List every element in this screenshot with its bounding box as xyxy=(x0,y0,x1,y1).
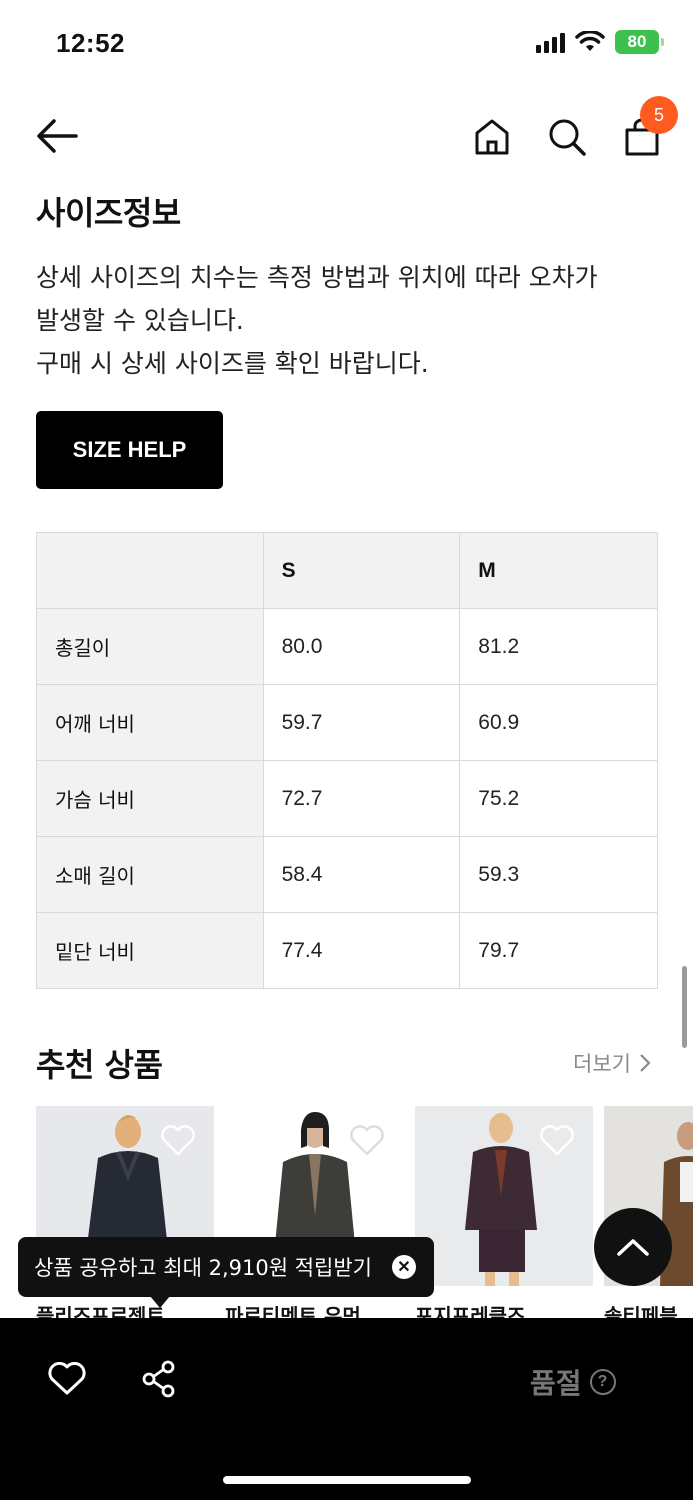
size-info-description: 상세 사이즈의 치수는 측정 방법과 위치에 따라 오차가 발생할 수 있습니다… xyxy=(36,256,666,385)
row-label: 가슴 너비 xyxy=(36,760,264,837)
product-image xyxy=(415,1106,593,1286)
close-icon[interactable]: ✕ xyxy=(392,1255,416,1279)
table-cell: 58.4 xyxy=(262,836,461,913)
table-cell: 79.7 xyxy=(459,912,658,989)
description-line: 구매 시 상세 사이즈를 확인 바랍니다. xyxy=(36,349,429,378)
wifi-icon xyxy=(575,31,605,51)
sold-out-status: 품절 ? xyxy=(530,1362,616,1402)
table-row: 소매 길이 58.4 59.3 xyxy=(36,836,658,913)
back-icon[interactable] xyxy=(36,118,78,154)
table-cell: 60.9 xyxy=(459,684,658,761)
bottom-action-bar: 품절 ? xyxy=(0,1318,693,1500)
status-bar: 12:52 80 xyxy=(0,0,693,90)
recommended-title: 추천 상품 xyxy=(36,1046,163,1084)
signal-icon xyxy=(536,31,565,53)
chevron-right-icon xyxy=(640,1054,651,1072)
more-label: 더보기 xyxy=(573,1052,631,1076)
table-cell: 80.0 xyxy=(262,608,461,685)
status-time: 12:52 xyxy=(56,28,125,58)
search-icon[interactable] xyxy=(548,118,586,156)
heart-icon[interactable] xyxy=(48,1362,86,1396)
table-header-cell: M xyxy=(459,532,658,609)
table-row: 총길이 80.0 81.2 xyxy=(36,608,658,685)
favorite-heart-icon[interactable] xyxy=(349,1124,385,1156)
size-info-title: 사이즈정보 xyxy=(36,194,181,232)
tooltip-tail xyxy=(150,1296,170,1308)
more-link[interactable]: 더보기 xyxy=(573,1048,651,1078)
table-cell: 59.3 xyxy=(459,836,658,913)
size-help-button[interactable]: SIZE HELP xyxy=(36,411,223,489)
sold-out-label: 품절 xyxy=(530,1367,582,1400)
status-indicators: 80 xyxy=(536,30,664,54)
share-reward-tooltip: 상품 공유하고 최대 2,910원 적립받기 ✕ xyxy=(18,1237,434,1297)
description-line: 발생할 수 있습니다. xyxy=(36,306,244,335)
table-header-cell: S xyxy=(262,532,461,609)
size-table: S M 총길이 80.0 81.2 어깨 너비 59.7 60.9 가슴 너비 … xyxy=(36,532,658,989)
row-label: 총길이 xyxy=(36,608,264,685)
favorite-heart-icon[interactable] xyxy=(539,1124,575,1156)
table-cell: 72.7 xyxy=(262,760,461,837)
product-card[interactable]: 포지프레클즈 xyxy=(415,1106,593,1326)
battery-indicator: 80 xyxy=(615,30,664,54)
home-icon[interactable] xyxy=(474,118,510,156)
table-cell: 75.2 xyxy=(459,760,658,837)
tooltip-text: 상품 공유하고 최대 2,910원 적립받기 xyxy=(34,1256,372,1280)
table-cell: 59.7 xyxy=(262,684,461,761)
table-header-cell xyxy=(36,532,264,609)
table-cell: 77.4 xyxy=(262,912,461,989)
cart-count-badge: 5 xyxy=(640,96,678,134)
row-label: 어깨 너비 xyxy=(36,684,264,761)
scroll-top-button[interactable] xyxy=(594,1208,672,1286)
table-cell: 81.2 xyxy=(459,608,658,685)
description-line: 상세 사이즈의 치수는 측정 방법과 위치에 따라 오차가 xyxy=(36,263,598,292)
chevron-up-icon xyxy=(617,1239,649,1256)
home-indicator xyxy=(223,1476,471,1484)
table-row: 어깨 너비 59.7 60.9 xyxy=(36,684,658,761)
favorite-heart-icon[interactable] xyxy=(160,1124,196,1156)
row-label: 밑단 너비 xyxy=(36,912,264,989)
share-icon[interactable] xyxy=(140,1360,178,1398)
row-label: 소매 길이 xyxy=(36,836,264,913)
help-icon[interactable]: ? xyxy=(589,1369,616,1395)
table-row: 밑단 너비 77.4 79.7 xyxy=(36,912,658,989)
table-row: 가슴 너비 72.7 75.2 xyxy=(36,760,658,837)
table-header-row: S M xyxy=(36,532,658,609)
scrollbar[interactable] xyxy=(682,966,687,1048)
